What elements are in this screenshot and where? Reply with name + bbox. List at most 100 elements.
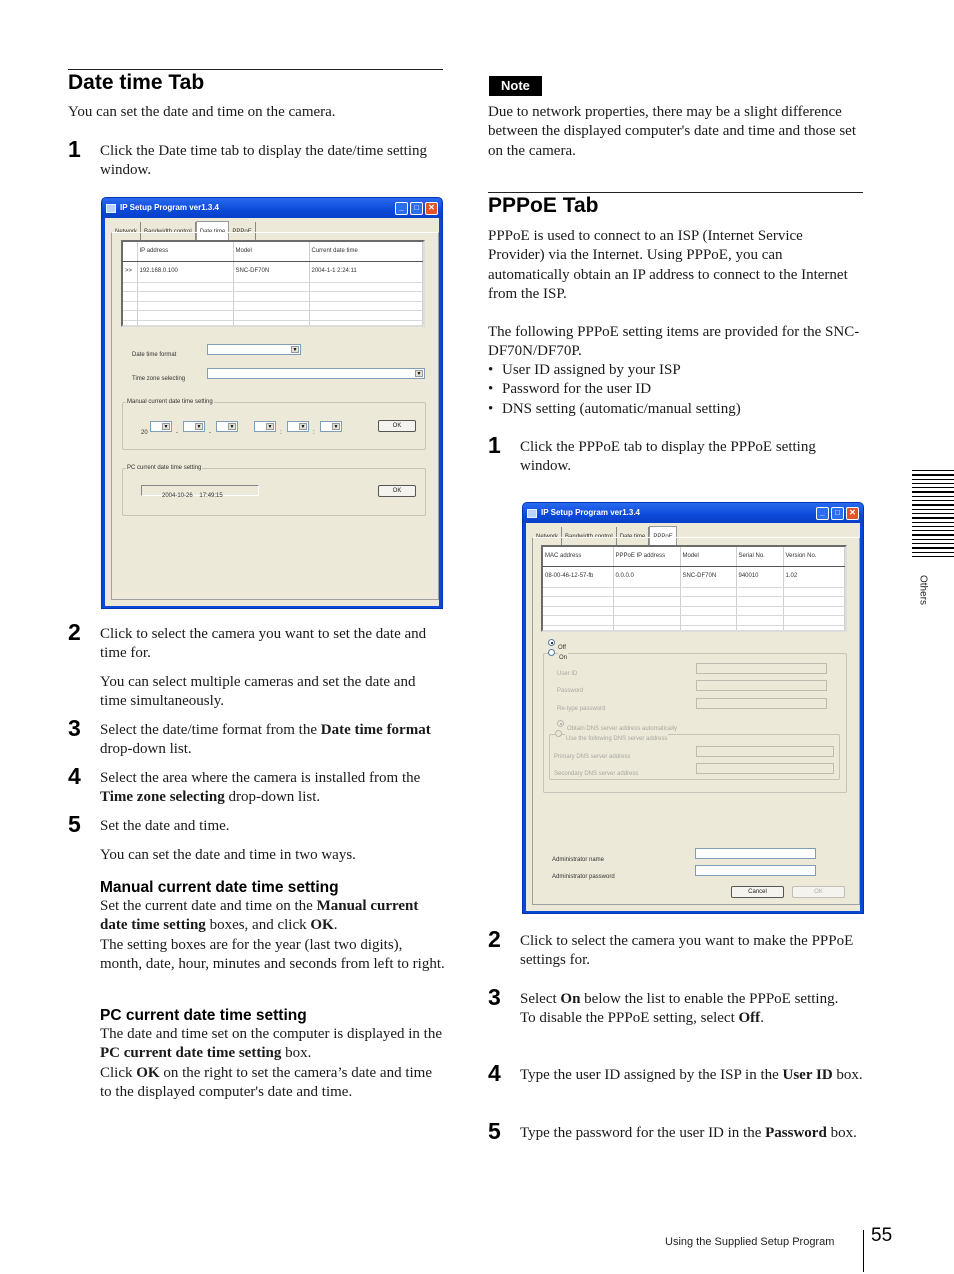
password-label: Password — [557, 688, 584, 694]
date-separator: - — [209, 430, 211, 436]
column-header-ip: IP address — [137, 242, 234, 263]
month-dropdown[interactable]: ▼ — [183, 421, 205, 432]
table-row[interactable] — [123, 282, 423, 293]
step-subtext: You can select multiple cameras and set … — [100, 674, 416, 710]
list-item: Password for the user ID — [488, 380, 863, 399]
pppoe-on-group: On User ID Password Re-type password Obt… — [543, 649, 847, 793]
pppoe-on-radio[interactable] — [548, 649, 555, 656]
table-row[interactable] — [543, 587, 845, 598]
step-number: 4 — [488, 1060, 501, 1086]
dns-auto-radio[interactable] — [557, 720, 564, 727]
chevron-down-icon: ▼ — [415, 370, 423, 377]
secondary-dns-label: Secondary DNS server address — [554, 771, 639, 777]
table-row[interactable]: 08-00-46-12-57-fb 0.0.0.0 SNC-DF70N 9400… — [543, 566, 845, 588]
table-row[interactable] — [123, 310, 423, 321]
window-title: IP Setup Program ver1.3.4 — [120, 203, 220, 213]
dns-manual-group: Use the following DNS server address Pri… — [549, 730, 840, 780]
column-header-version: Version No. — [783, 547, 845, 568]
chevron-down-icon: ▼ — [195, 423, 203, 430]
text: Click — [100, 1064, 137, 1081]
pc-ok-button[interactable]: OK — [378, 485, 416, 497]
table-row[interactable] — [123, 320, 423, 325]
close-icon[interactable]: ✕ — [425, 201, 438, 215]
column-header — [123, 242, 138, 263]
column-header-serial: Serial No. — [736, 547, 784, 568]
hour-dropdown[interactable]: ▼ — [254, 421, 276, 432]
maximize-icon[interactable]: □ — [410, 201, 423, 215]
step-number: 1 — [68, 136, 81, 162]
column-header-mac: MAC address — [543, 547, 614, 568]
pppoe-items-list: User ID assigned by your ISP Password fo… — [488, 361, 863, 419]
pc-date-time-value: 2004-10-26 17:49:15 — [162, 493, 223, 499]
retype-password-input[interactable] — [696, 698, 827, 709]
primary-dns-input[interactable] — [696, 746, 834, 757]
minimize-icon[interactable]: _ — [395, 201, 408, 215]
table-row[interactable] — [123, 291, 423, 302]
table-row[interactable] — [543, 625, 845, 630]
year-dropdown[interactable]: ▼ — [150, 421, 172, 432]
date-separator: - — [176, 430, 178, 436]
date-time-format-dropdown[interactable]: ▼ — [207, 344, 301, 355]
text: drop-down list. — [224, 789, 321, 806]
note-text: Due to network properties, there may be … — [488, 104, 857, 159]
step-text: Select the date/time format from the Dat… — [100, 721, 445, 760]
list-item: User ID assigned by your ISP — [488, 361, 863, 380]
ui-term: Off — [738, 1010, 761, 1027]
minute-dropdown[interactable]: ▼ — [287, 421, 309, 432]
admin-password-input[interactable] — [695, 865, 816, 876]
time-separator: : — [280, 430, 282, 436]
manual-ok-button[interactable]: OK — [378, 420, 416, 432]
close-icon[interactable]: ✕ — [846, 506, 859, 520]
step-text: Type the user ID assigned by the ISP in … — [520, 1066, 865, 1085]
table-row[interactable] — [543, 606, 845, 617]
section-thumb-tab — [912, 470, 954, 560]
step-number: 3 — [68, 715, 81, 741]
camera-list[interactable]: IP address Model Current date time >> 19… — [121, 240, 425, 327]
minimize-icon[interactable]: _ — [816, 506, 829, 520]
password-input[interactable] — [696, 680, 827, 691]
admin-password-label: Administrator password — [552, 874, 615, 880]
pppoe-intro: PPPoE is used to connect to an ISP (Inte… — [488, 228, 848, 303]
ok-button[interactable]: OK — [792, 886, 845, 898]
second-dropdown[interactable]: ▼ — [320, 421, 342, 432]
ui-term: Date time format — [320, 722, 431, 738]
cell-model: SNC-DF70N — [680, 566, 737, 588]
ui-term: On — [560, 991, 581, 1007]
step-number: 3 — [488, 984, 501, 1010]
step-subtext: You can set the date and time in two way… — [100, 847, 356, 863]
cell-pppoe-ip: 0.0.0.0 — [613, 566, 681, 588]
camera-list[interactable]: MAC address PPPoE IP address Model Seria… — [541, 545, 847, 632]
time-separator: : — [313, 430, 315, 436]
text: . — [760, 1010, 764, 1027]
text: The date and time set on the computer is… — [100, 1026, 442, 1042]
time-zone-dropdown[interactable]: ▼ — [207, 368, 425, 379]
user-id-input[interactable] — [696, 663, 827, 674]
section-title-pppoe-tab: PPPoE Tab — [488, 194, 599, 217]
table-row[interactable] — [543, 596, 845, 607]
text: To disable the PPPoE setting, select — [520, 1010, 739, 1027]
window-title: IP Setup Program ver1.3.4 — [541, 508, 641, 518]
text: box. — [281, 1045, 312, 1062]
table-row[interactable] — [123, 301, 423, 312]
step-text: Set the date and time. — [100, 818, 230, 834]
dns-manual-label[interactable]: Use the following DNS server address — [565, 730, 669, 750]
manual-group-title: Manual current date time setting — [126, 398, 214, 406]
manual-setting-heading: Manual current date time setting — [100, 879, 339, 896]
step-number: 5 — [488, 1118, 501, 1144]
step-text: Click the PPPoE tab to display the PPPoE… — [520, 439, 816, 475]
ui-term: User ID — [782, 1067, 833, 1083]
day-dropdown[interactable]: ▼ — [216, 421, 238, 432]
table-row[interactable] — [543, 615, 845, 626]
pppoe-off-radio[interactable] — [548, 639, 555, 646]
secondary-dns-input[interactable] — [696, 763, 834, 774]
step-text: Type the password for the user ID in the… — [520, 1124, 865, 1143]
column-header-current-date-time: Current date time — [309, 242, 423, 263]
manual-setting-text: Set the current date and time on the Man… — [100, 897, 445, 975]
time-zone-label: Time zone selecting — [132, 376, 186, 382]
text: below the list to enable the PPPoE setti… — [580, 991, 839, 1007]
table-row[interactable]: >> 192.168.0.100 SNC-DF70N 2004-1-1 2:24… — [123, 261, 423, 283]
cancel-button[interactable]: Cancel — [731, 886, 784, 898]
dns-manual-radio[interactable] — [555, 730, 562, 737]
maximize-icon[interactable]: □ — [831, 506, 844, 520]
admin-name-input[interactable] — [695, 848, 816, 859]
